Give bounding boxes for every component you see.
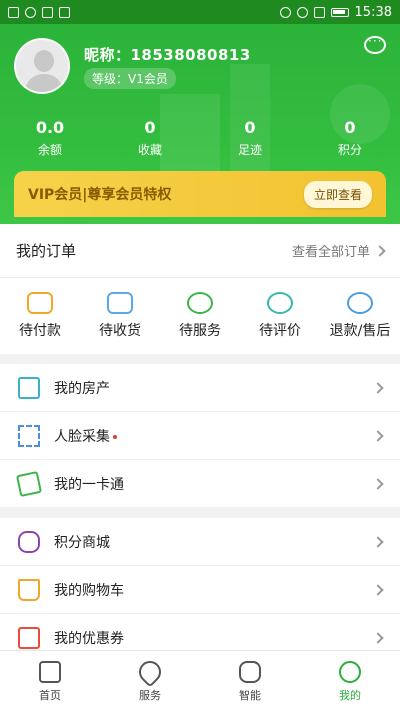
- menu-points-mall[interactable]: 积分商城: [0, 518, 400, 566]
- order-status-label: 待评价: [259, 323, 301, 339]
- stat-label: 余额: [37, 143, 62, 157]
- orders-title: 我的订单: [16, 242, 77, 260]
- menu-group-property: 我的房产 人脸采集 我的一卡通: [0, 364, 400, 508]
- coupon-icon: [18, 626, 40, 649]
- nav-smart[interactable]: 智能: [200, 651, 300, 711]
- menu-my-card[interactable]: 我的一卡通: [0, 460, 400, 508]
- chevron-right-icon: [372, 583, 384, 596]
- profile-header: 昵称：18538080813 等级：V1会员 0.0 余额 0 收藏 0 足迹 …: [0, 24, 400, 224]
- menu-group-shop: 积分商城 我的购物车 我的优惠券: [0, 518, 400, 662]
- chevron-right-icon: [372, 477, 384, 490]
- menu-face-capture[interactable]: 人脸采集: [0, 412, 400, 460]
- status-time: 15:38: [354, 4, 392, 20]
- stats-row: 0.0 余额 0 收藏 0 足迹 0 积分: [0, 118, 400, 158]
- stat-balance[interactable]: 0.0 余额: [0, 118, 100, 158]
- vip-text: VIP会员|尊享会员特权: [28, 187, 172, 203]
- status-bar: 15:38: [0, 0, 400, 24]
- order-pending-review[interactable]: 待评价: [240, 292, 320, 340]
- nav-label: 我的: [339, 689, 361, 702]
- view-all-orders-link[interactable]: 查看全部订单: [291, 241, 386, 260]
- shield-icon: [25, 6, 36, 18]
- order-pending-service[interactable]: 待服务: [160, 292, 240, 340]
- review-icon: [267, 292, 293, 314]
- member-level-badge: 等级：V1会员: [84, 68, 176, 89]
- card-icon: [15, 470, 43, 497]
- heart-icon: [134, 656, 166, 688]
- face-scan-icon: [18, 424, 40, 447]
- order-pending-receipt[interactable]: 待收货: [80, 292, 160, 340]
- nav-service[interactable]: 服务: [100, 651, 200, 711]
- menu-label: 积分商城: [54, 534, 110, 551]
- orders-header: 我的订单 查看全部订单: [0, 224, 400, 278]
- stat-label: 积分: [337, 143, 362, 157]
- house-icon: [18, 376, 40, 399]
- chevron-right-icon: [372, 381, 384, 394]
- nav-home[interactable]: 首页: [0, 651, 100, 711]
- menu-label: 我的优惠券: [54, 630, 124, 647]
- menu-label-text: 人脸采集: [54, 428, 110, 445]
- order-refund[interactable]: 退款/售后: [320, 292, 400, 340]
- avatar-body: [25, 74, 63, 92]
- stat-footprint[interactable]: 0 足迹: [200, 118, 300, 158]
- wifi-icon: [296, 6, 308, 18]
- menu-label: 我的一卡通: [54, 476, 124, 493]
- message-icon[interactable]: [364, 34, 386, 54]
- home-icon: [39, 661, 61, 683]
- chevron-right-icon: [372, 535, 384, 548]
- vip-banner[interactable]: VIP会员|尊享会员特权 立即查看: [14, 171, 386, 217]
- order-status-row: 待付款 待收货 待服务 待评价 退款/售后: [0, 278, 400, 354]
- stat-label: 收藏: [137, 143, 162, 157]
- usb-icon: [42, 6, 53, 18]
- order-status-label: 待付款: [19, 323, 61, 339]
- stat-value: 0: [344, 118, 356, 137]
- order-status-label: 待服务: [179, 323, 221, 339]
- truck-icon: [107, 292, 133, 314]
- nav-label: 首页: [39, 689, 61, 702]
- stat-value: 0: [244, 118, 256, 137]
- profile-icon: [339, 661, 361, 683]
- robot-icon: [239, 661, 261, 683]
- order-pending-payment[interactable]: 待付款: [0, 292, 80, 340]
- order-status-label: 退款/售后: [329, 323, 391, 339]
- nav-mine[interactable]: 我的: [300, 651, 400, 711]
- avatar[interactable]: [14, 38, 70, 94]
- vip-view-button[interactable]: 立即查看: [303, 180, 372, 208]
- order-status-label: 待收货: [99, 323, 141, 339]
- stat-favorites[interactable]: 0 收藏: [100, 118, 200, 158]
- download-icon: [59, 6, 70, 18]
- stat-value: 0: [144, 118, 156, 137]
- menu-label: 我的购物车: [54, 582, 124, 599]
- chevron-right-icon: [374, 244, 386, 257]
- orders-section: 我的订单 查看全部订单 待付款 待收货 待服务 待评价 退款/售后: [0, 224, 400, 354]
- refund-icon: [347, 292, 373, 314]
- stat-points[interactable]: 0 积分: [300, 118, 400, 158]
- menu-shopping-cart[interactable]: 我的购物车: [0, 566, 400, 614]
- stat-label: 足迹: [237, 143, 262, 157]
- service-icon: [187, 292, 213, 314]
- stat-value: 0.0: [35, 118, 65, 137]
- menu-label: 人脸采集: [54, 426, 117, 446]
- view-all-orders-label: 查看全部订单: [291, 245, 370, 260]
- database-icon: [18, 530, 40, 553]
- battery-icon: [330, 7, 349, 17]
- chevron-right-icon: [372, 631, 384, 644]
- signal-icon: [313, 6, 325, 18]
- new-dot-indicator: [113, 434, 117, 439]
- nav-label: 服务: [139, 689, 161, 702]
- chevron-right-icon: [372, 429, 384, 442]
- menu-label: 我的房产: [54, 380, 110, 397]
- nickname: 昵称：18538080813: [84, 46, 251, 64]
- bottom-nav: 首页 服务 智能 我的: [0, 650, 400, 711]
- menu-my-property[interactable]: 我的房产: [0, 364, 400, 412]
- nav-label: 智能: [239, 689, 261, 702]
- avatar-head: [34, 50, 54, 72]
- cart-icon: [18, 578, 40, 601]
- wallet-icon: [27, 292, 53, 314]
- bluetooth-icon: [279, 6, 291, 18]
- notification-icon: [8, 6, 19, 18]
